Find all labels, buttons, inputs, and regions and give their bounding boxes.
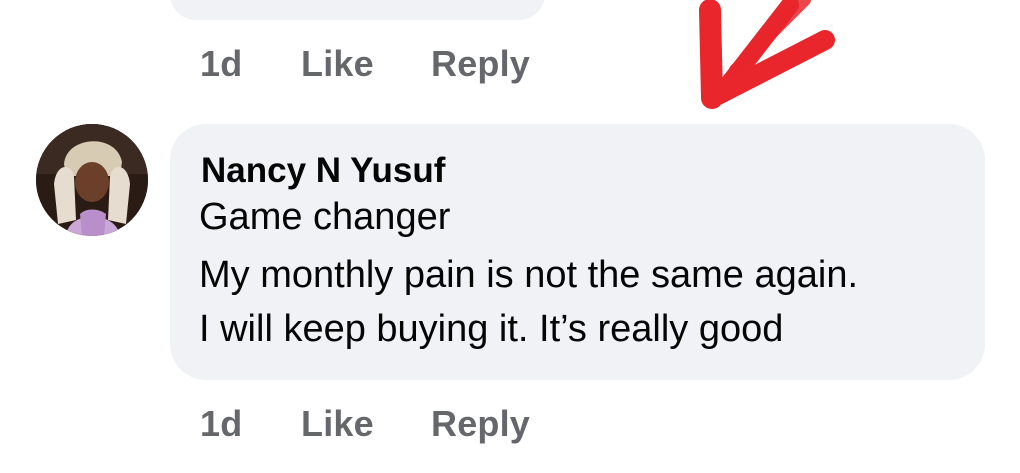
comment-text-line: Game changer	[199, 196, 451, 238]
profile-photo	[36, 124, 148, 236]
red-arrow-icon	[699, 0, 835, 109]
previous-comment-actions: 1d Like Reply	[200, 42, 530, 86]
comment-author-name[interactable]: Nancy N Yusuf	[201, 150, 445, 192]
previous-comment-reply-button[interactable]: Reply	[431, 43, 530, 85]
previous-comment-timestamp[interactable]: 1d	[200, 43, 301, 85]
comment-actions: 1d Like Reply	[200, 402, 530, 446]
previous-comment-like-button[interactable]: Like	[301, 43, 431, 85]
comment-text-line: My monthly pain is not the same again.	[199, 254, 859, 296]
comment-reply-button[interactable]: Reply	[431, 403, 530, 445]
comment-like-button[interactable]: Like	[301, 403, 431, 445]
previous-comment-bubble	[170, 0, 545, 20]
comment-text-line: I will keep buying it. It’s really good	[199, 308, 784, 350]
comment-timestamp[interactable]: 1d	[200, 403, 301, 445]
avatar[interactable]	[36, 124, 148, 236]
